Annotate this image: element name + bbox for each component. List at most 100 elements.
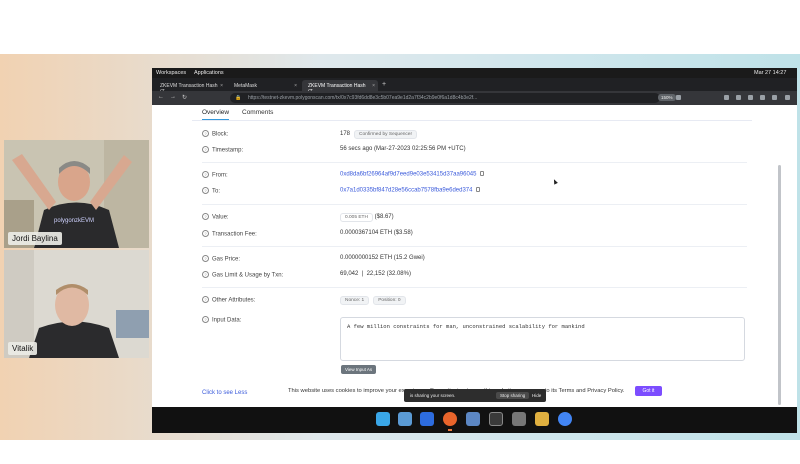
to-row: To: 0x7a1d0335bf847d28e56ccab7578fba9e6d… bbox=[202, 187, 747, 197]
cookie-accept-button[interactable]: Got it bbox=[634, 386, 663, 396]
copy-icon[interactable] bbox=[480, 171, 485, 176]
screenshot-app-icon[interactable] bbox=[398, 412, 412, 426]
hide-button[interactable]: Hide bbox=[532, 393, 541, 398]
zoom-badge[interactable]: 150% bbox=[658, 94, 676, 101]
lock-icon: 🔒 bbox=[235, 95, 242, 101]
gas-price-row: Gas Price: 0.0000000152 ETH (15.2 Gwei) bbox=[202, 255, 747, 265]
fee-value: 0.0000367104 ETH ($3.58) bbox=[340, 230, 413, 236]
menu-icon[interactable] bbox=[785, 95, 790, 100]
applications-menu[interactable]: Applications bbox=[194, 70, 224, 76]
new-tab-icon[interactable]: + bbox=[382, 81, 386, 88]
tab-comments[interactable]: Comments bbox=[242, 109, 273, 116]
extension-icon[interactable] bbox=[760, 95, 765, 100]
tools-app-icon[interactable] bbox=[376, 412, 390, 426]
bookmark-icon[interactable] bbox=[676, 95, 681, 100]
view-input-as-button[interactable]: View Input As bbox=[341, 365, 377, 374]
browser-tab-3[interactable]: ZKEVM Transaction Hash (T...× bbox=[302, 80, 378, 95]
back-icon[interactable]: ← bbox=[158, 94, 164, 100]
chrome-icon[interactable] bbox=[558, 412, 572, 426]
share-text: is sharing your screen. bbox=[410, 393, 456, 398]
from-address-link[interactable]: 0xd8da6bf26964af9d7eed9e03e53415d37aa960… bbox=[340, 172, 476, 178]
gas-limit-wrap: 69,042 | 22,152 (32.08%) bbox=[340, 271, 411, 277]
copy-icon[interactable] bbox=[476, 187, 481, 192]
participant-tile-2[interactable]: Vitalik bbox=[4, 250, 149, 358]
stop-sharing-button[interactable]: Stop sharing bbox=[496, 391, 530, 399]
participant-name-badge: Jordi Baylina bbox=[8, 232, 62, 245]
divider bbox=[202, 246, 747, 247]
to-label: To: bbox=[202, 187, 220, 195]
close-icon[interactable]: × bbox=[294, 83, 297, 89]
input-data-label: Input Data: bbox=[202, 316, 241, 324]
gas-price-label: Gas Price: bbox=[202, 255, 240, 263]
status-badge: Confirmed by Sequencer bbox=[354, 130, 418, 139]
gas-price-value: 0.0000000152 ETH (15.2 Gwei) bbox=[340, 255, 425, 261]
clock: Mar 27 14:27 bbox=[754, 70, 787, 76]
extension-icon[interactable] bbox=[772, 95, 777, 100]
browser-tab-2[interactable]: MetaMask × bbox=[228, 80, 300, 91]
tab-overview[interactable]: Overview bbox=[202, 109, 230, 120]
click-to-see-less-link[interactable]: Click to see Less bbox=[202, 390, 247, 396]
nonce-badge: Nonce: 1 bbox=[340, 296, 370, 305]
browser-tab-1[interactable]: ZKEVM Transaction Hash (T...× bbox=[154, 80, 226, 95]
settings-gear-icon[interactable] bbox=[512, 412, 526, 426]
browser-tab-bar: ZKEVM Transaction Hash (T...× MetaMask× … bbox=[152, 78, 797, 95]
from-label: From: bbox=[202, 171, 228, 179]
close-icon[interactable]: × bbox=[220, 83, 223, 89]
timestamp-value: 56 secs ago (Mar-27-2023 02:25:56 PM +UT… bbox=[340, 146, 466, 152]
os-taskbar bbox=[152, 407, 797, 433]
fee-row: Transaction Fee: 0.0000367104 ETH ($3.58… bbox=[202, 230, 747, 240]
video-call-stage: polygonzkEVM Jordi Baylina Vitalik Works… bbox=[0, 0, 800, 464]
to-value-wrap: 0x7a1d0335bf847d28e56ccab7578fba9e6ded37… bbox=[340, 187, 481, 194]
extension-icon[interactable] bbox=[748, 95, 753, 100]
explorer-page: Overview Comments Block: 178 Confirmed by… bbox=[152, 105, 797, 407]
os-top-bar: Workspaces Applications Mar 27 14:27 bbox=[152, 68, 797, 78]
tab-label: MetaMask bbox=[234, 83, 258, 89]
extension-icon[interactable] bbox=[724, 95, 729, 100]
gas-usage-value: 22,152 (32.08%) bbox=[366, 271, 411, 277]
shared-screen: Workspaces Applications Mar 27 14:27 ZKE… bbox=[152, 68, 797, 433]
close-icon[interactable]: × bbox=[372, 83, 375, 89]
timestamp-label: Timestamp: bbox=[202, 146, 243, 154]
participant-name-badge: Vitalik bbox=[8, 342, 38, 355]
files-icon[interactable] bbox=[466, 412, 480, 426]
notes-app-icon[interactable] bbox=[535, 412, 549, 426]
url-input[interactable]: 🔒 https://testnet-zkevm.polygonscan.com/t… bbox=[230, 93, 660, 103]
fee-label: Transaction Fee: bbox=[202, 230, 257, 238]
other-attributes-wrap: Nonce: 1 Position: 0 bbox=[340, 296, 406, 305]
svg-text:polygonzkEVM: polygonzkEVM bbox=[54, 218, 94, 224]
reload-icon[interactable]: ↻ bbox=[182, 94, 187, 101]
value-amount: 0.005 ETH bbox=[340, 213, 373, 222]
timestamp-row: Timestamp: 56 secs ago (Mar-27-2023 02:2… bbox=[202, 146, 747, 156]
apps-grid-icon[interactable] bbox=[420, 412, 434, 426]
gas-limit-value: 69,042 bbox=[340, 271, 359, 277]
block-label: Block: bbox=[202, 130, 228, 138]
from-row: From: 0xd8da6bf26964af9d7eed9e03e53415d3… bbox=[202, 171, 747, 181]
other-attributes-label: Other Attributes: bbox=[202, 296, 255, 304]
address-bar-row: ← → ↻ 🔒 https://testnet-zkevm.polygonscan… bbox=[152, 91, 797, 105]
value-wrap: 0.005 ETH ($8.67) bbox=[340, 213, 394, 222]
to-address-link[interactable]: 0x7a1d0335bf847d28e56ccab7578fba9e6ded37… bbox=[340, 188, 472, 194]
terminal-icon[interactable] bbox=[489, 412, 503, 426]
gas-limit-row: Gas Limit & Usage by Txn: 69,042 | 22,15… bbox=[202, 271, 747, 281]
extension-icon[interactable] bbox=[736, 95, 741, 100]
divider bbox=[202, 287, 747, 288]
forward-icon[interactable]: → bbox=[170, 94, 176, 100]
screen-share-bar: is sharing your screen. Stop sharing Hid… bbox=[404, 389, 546, 402]
block-value-wrap: 178 Confirmed by Sequencer bbox=[340, 130, 418, 139]
block-value[interactable]: 178 bbox=[340, 131, 350, 137]
from-value-wrap: 0xd8da6bf26964af9d7eed9e03e53415d37aa960… bbox=[340, 171, 485, 178]
explorer-tabs: Overview Comments bbox=[192, 105, 752, 121]
url-text: https://testnet-zkevm.polygonscan.com/tx… bbox=[248, 95, 478, 101]
gas-limit-label: Gas Limit & Usage by Txn: bbox=[202, 271, 283, 279]
position-badge: Position: 0 bbox=[373, 296, 406, 305]
block-row: Block: 178 Confirmed by Sequencer bbox=[202, 130, 747, 140]
workspaces-menu[interactable]: Workspaces bbox=[156, 70, 186, 76]
input-data-textarea[interactable]: A few million constraints for man, uncon… bbox=[340, 317, 745, 361]
divider bbox=[202, 162, 747, 163]
other-attributes-row: Other Attributes: Nonce: 1Position: 0 bbox=[202, 296, 747, 306]
value-usd: ($8.67) bbox=[374, 214, 394, 220]
value-label: Value: bbox=[202, 213, 229, 221]
firefox-icon[interactable] bbox=[443, 412, 457, 431]
participant-tile-1[interactable]: polygonzkEVM Jordi Baylina bbox=[4, 140, 149, 248]
page-scrollbar[interactable] bbox=[778, 165, 781, 405]
